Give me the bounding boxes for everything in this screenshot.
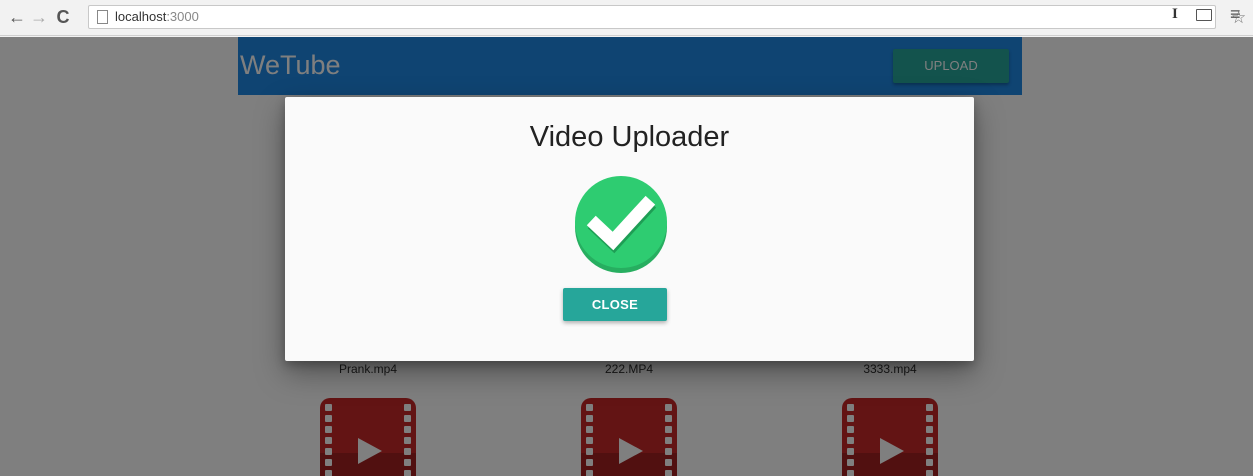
video-uploader-dialog: Video Uploader CLOSE (285, 97, 974, 361)
reload-icon[interactable]: C (54, 7, 72, 27)
forward-arrow-icon[interactable]: → (30, 7, 48, 27)
cast-icon[interactable] (1196, 9, 1212, 21)
browser-toolbar: ← → C localhost:3000 ☆ I ≡ (0, 0, 1253, 36)
check-circle-icon (575, 176, 667, 273)
url-text[interactable]: localhost:3000 (115, 9, 199, 24)
browser-menu-icon[interactable]: ≡ (1230, 4, 1241, 25)
back-arrow-icon[interactable]: ← (8, 7, 26, 27)
address-bar[interactable]: localhost:3000 ☆ (88, 5, 1246, 29)
page-icon (97, 10, 108, 24)
url-port: :3000 (166, 9, 199, 24)
url-host: localhost (115, 9, 167, 24)
dialog-title: Video Uploader (529, 121, 730, 153)
extension-icon[interactable]: I (1172, 6, 1178, 23)
close-button[interactable]: CLOSE (563, 288, 667, 321)
